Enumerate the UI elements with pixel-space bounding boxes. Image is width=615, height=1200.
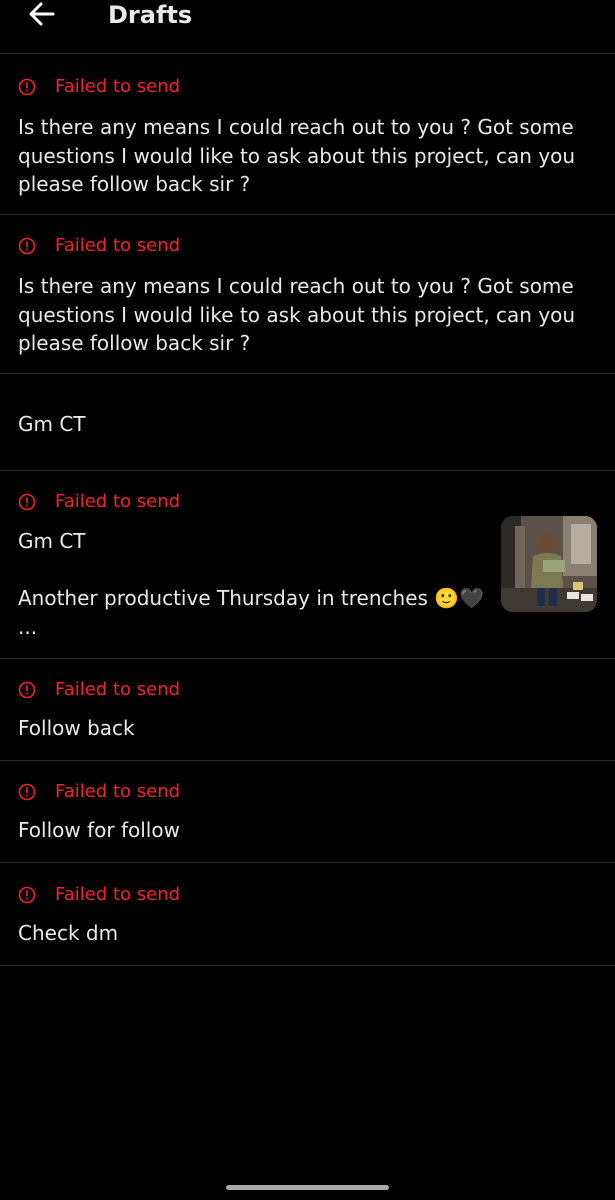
draft-text: Is there any means I could reach out to …	[18, 274, 576, 355]
draft-item[interactable]: Failed to send Follow for follow	[0, 761, 615, 863]
status-label: Failed to send	[55, 235, 181, 256]
status-label: Failed to send	[55, 781, 181, 802]
status-label: Failed to send	[55, 76, 181, 97]
home-gesture-bar[interactable]	[226, 1185, 389, 1190]
error-icon	[18, 681, 36, 699]
draft-text: Check dm	[18, 921, 119, 945]
draft-text: Follow for follow	[18, 818, 180, 842]
failed-status: Failed to send	[18, 76, 180, 98]
arrow-left-icon	[22, 0, 62, 32]
draft-item[interactable]: Gm CT	[0, 374, 615, 471]
draft-item[interactable]: Failed to send Is there any means I coul…	[0, 215, 615, 374]
page-title: Drafts	[108, 1, 193, 29]
status-label: Failed to send	[55, 679, 181, 700]
error-icon	[18, 886, 36, 904]
media-thumbnail[interactable]	[501, 516, 597, 612]
error-icon	[18, 493, 36, 511]
top-app-bar: Drafts	[0, 0, 615, 54]
draft-text: Is there any means I could reach out to …	[18, 115, 576, 196]
error-icon	[18, 783, 36, 801]
draft-item[interactable]: Failed to send Check dm	[0, 863, 615, 966]
draft-text: Gm CT	[18, 412, 86, 436]
failed-status: Failed to send	[18, 884, 180, 906]
draft-text: Follow back	[18, 716, 135, 740]
back-button[interactable]	[22, 0, 62, 32]
error-icon	[18, 237, 36, 255]
status-label: Failed to send	[55, 884, 181, 905]
failed-status: Failed to send	[18, 491, 180, 513]
draft-item[interactable]: Failed to send Follow back	[0, 659, 615, 761]
draft-item[interactable]: Failed to send Gm CT Another productive …	[0, 471, 615, 659]
failed-status: Failed to send	[18, 781, 180, 803]
status-label: Failed to send	[55, 491, 181, 512]
failed-status: Failed to send	[18, 235, 180, 257]
error-icon	[18, 78, 36, 96]
failed-status: Failed to send	[18, 679, 180, 701]
draft-text: Gm CT Another productive Thursday in tre…	[18, 529, 485, 639]
draft-item[interactable]: Failed to send Is there any means I coul…	[0, 54, 615, 215]
